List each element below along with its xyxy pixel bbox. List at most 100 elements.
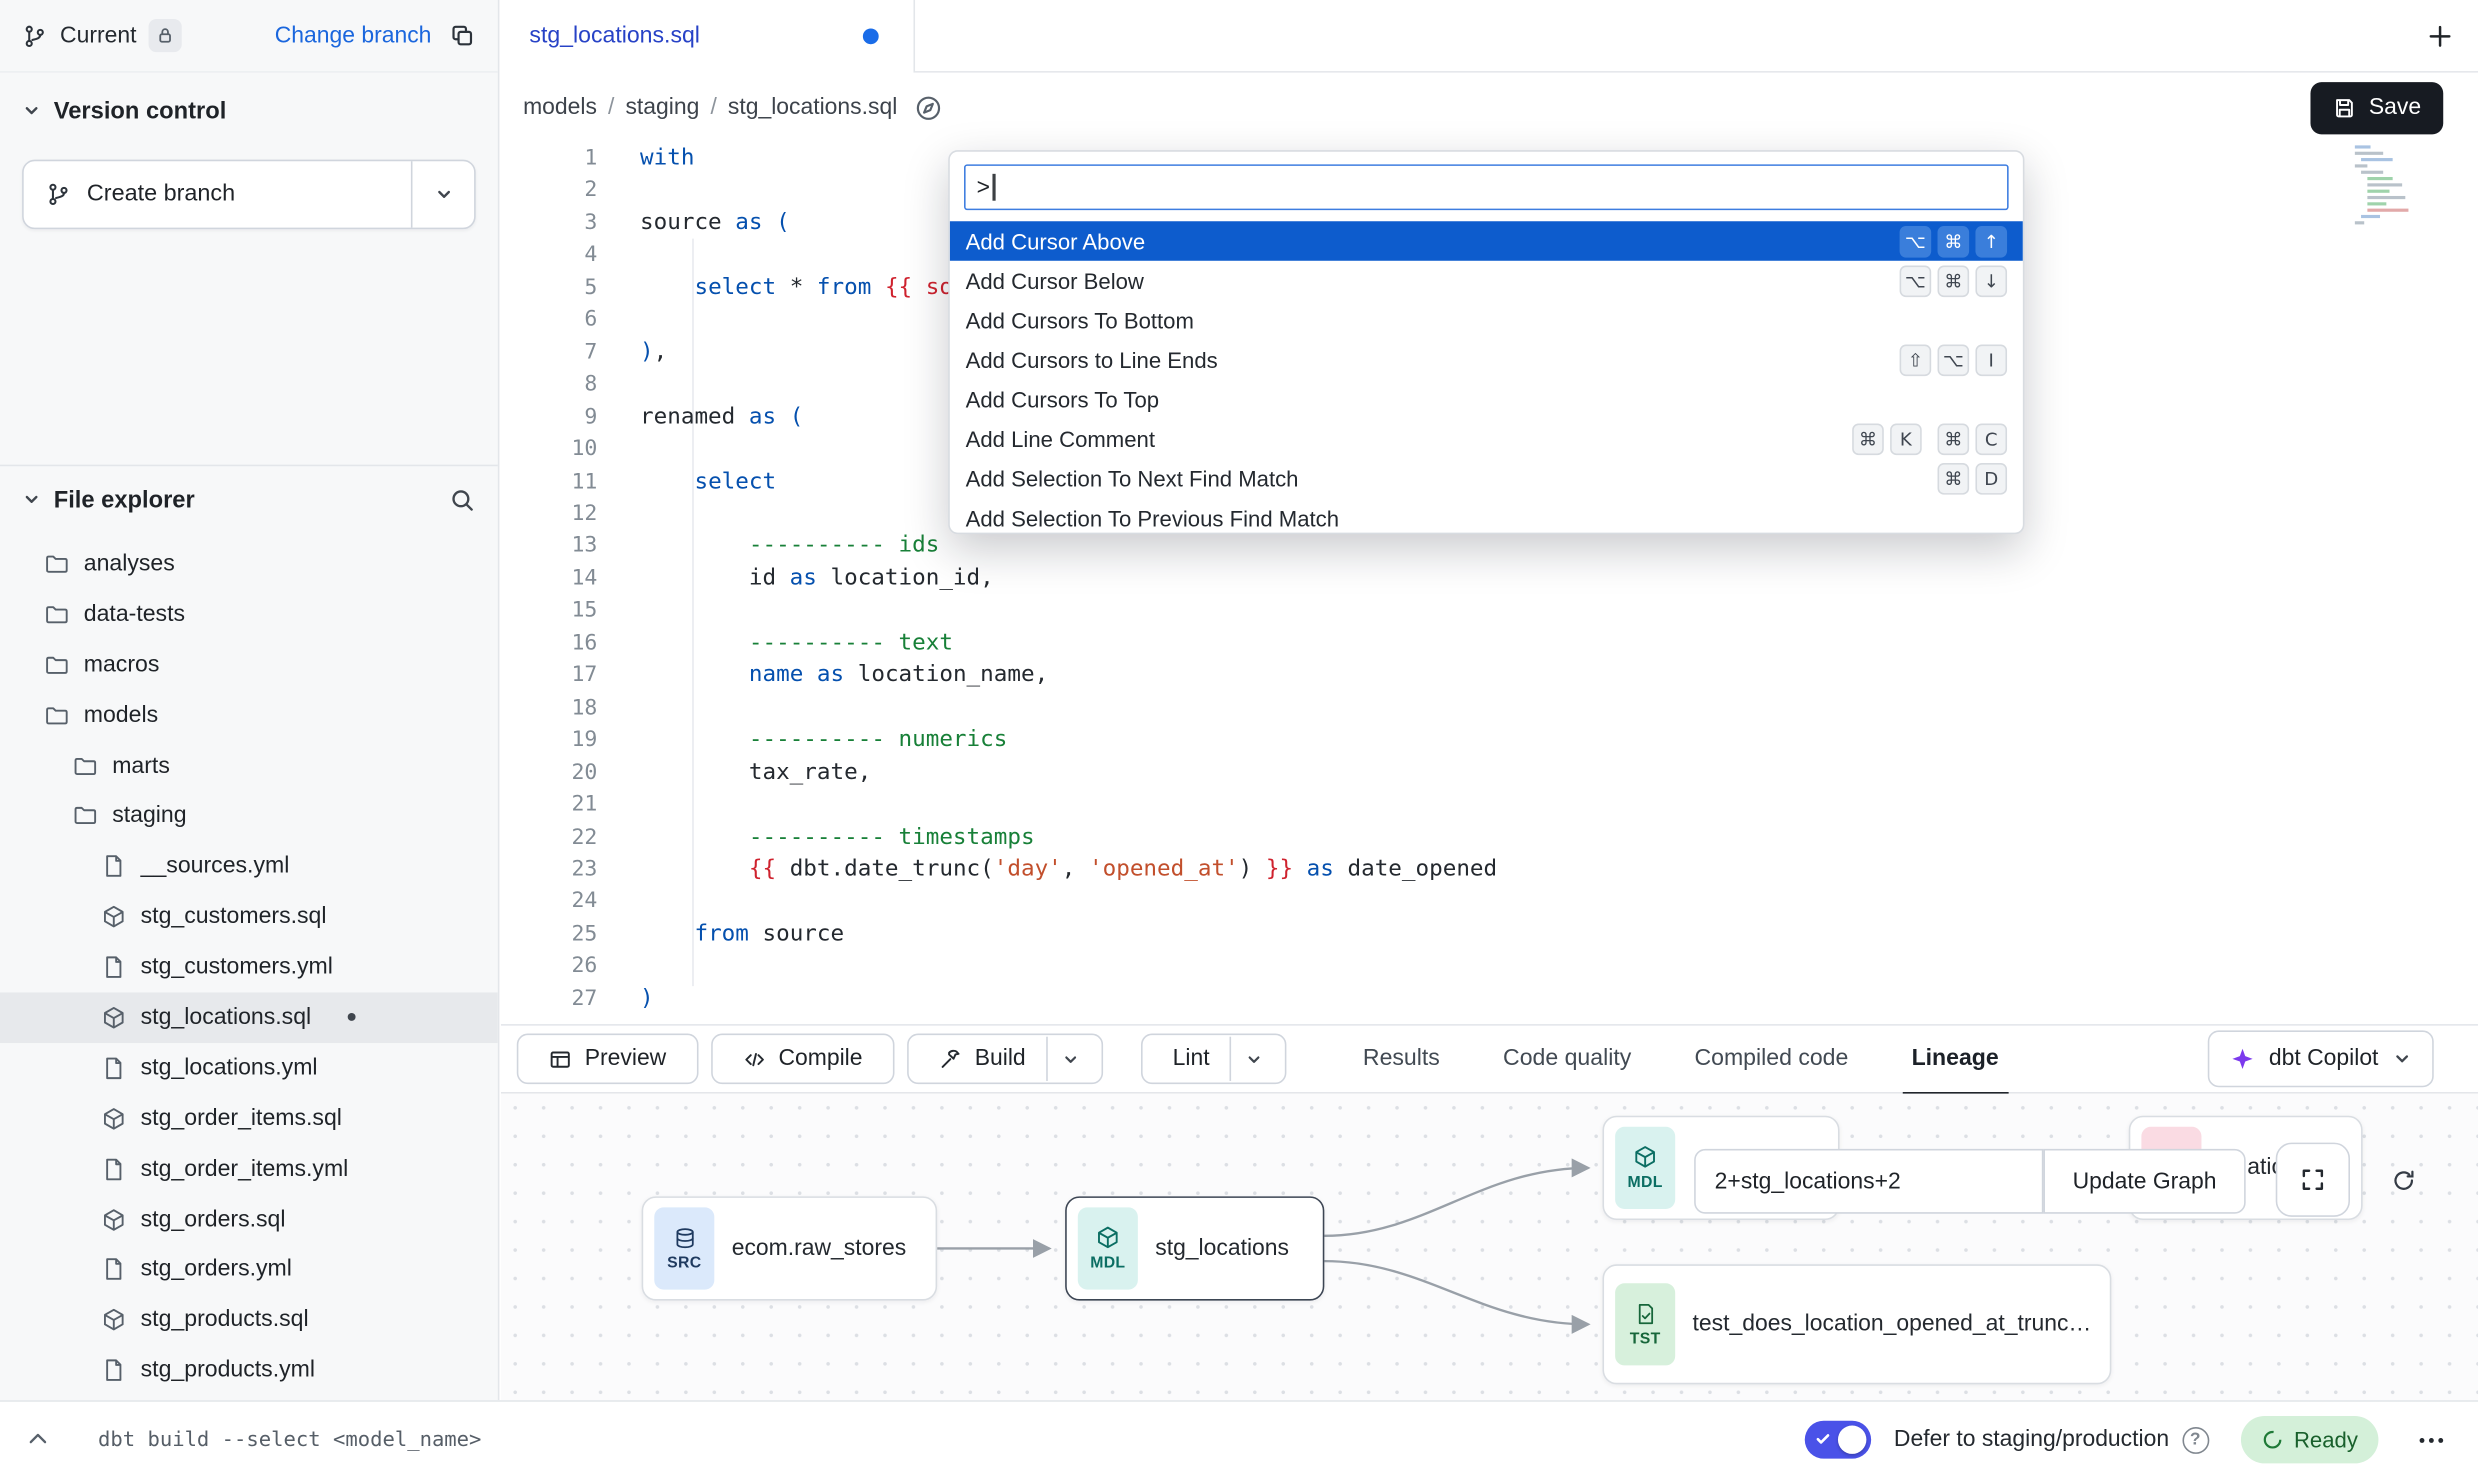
file-tree-item-stg_locations.yml[interactable]: stg_locations.yml bbox=[0, 1043, 498, 1093]
file-tree-item-stg_products.yml[interactable]: stg_products.yml bbox=[0, 1345, 498, 1395]
line-number[interactable]: 22 bbox=[501, 821, 597, 853]
code-line[interactable]: 13 ---------- ids bbox=[501, 530, 2478, 562]
code-line[interactable]: 14 id as location_id, bbox=[501, 562, 2478, 594]
line-number[interactable]: 13 bbox=[501, 530, 597, 562]
compass-icon[interactable] bbox=[915, 94, 942, 121]
command-item-add-cursor-below[interactable]: Add Cursor Below⌥⌘↓ bbox=[950, 261, 2023, 301]
command-item-add-cursors-to-bottom[interactable]: Add Cursors To Bottom bbox=[950, 300, 2023, 340]
line-number[interactable]: 21 bbox=[501, 789, 597, 821]
status-bar-expand-button[interactable] bbox=[25, 1427, 50, 1452]
build-dropdown[interactable] bbox=[1046, 1037, 1092, 1081]
file-tree-item-staging[interactable]: staging bbox=[0, 791, 498, 841]
line-number[interactable]: 11 bbox=[501, 465, 597, 497]
version-control-header[interactable]: Version control bbox=[0, 76, 498, 146]
ready-status-badge[interactable]: Ready bbox=[2240, 1416, 2378, 1463]
code-line[interactable]: 25 from source bbox=[501, 918, 2478, 950]
file-tree-item-macros[interactable]: macros bbox=[0, 640, 498, 690]
line-number[interactable]: 12 bbox=[501, 498, 597, 530]
file-tree-item-stg_orders.yml[interactable]: stg_orders.yml bbox=[0, 1244, 498, 1294]
lint-dropdown[interactable] bbox=[1230, 1037, 1276, 1081]
code-line[interactable]: 23 {{ dbt.date_trunc('day', 'opened_at')… bbox=[501, 853, 2478, 885]
save-button[interactable]: Save bbox=[2310, 81, 2443, 133]
panel-tab-results[interactable]: Results bbox=[1331, 1024, 1471, 1094]
code-line[interactable]: 20 tax_rate, bbox=[501, 756, 2478, 788]
line-number[interactable]: 8 bbox=[501, 368, 597, 400]
code-line[interactable]: 19 ---------- numerics bbox=[501, 724, 2478, 756]
line-number[interactable]: 7 bbox=[501, 336, 597, 368]
code-line[interactable]: 17 name as location_name, bbox=[501, 659, 2478, 691]
lineage-node-test[interactable]: TST test_does_location_opened_at_trunc_t… bbox=[1602, 1264, 2111, 1384]
breadcrumb-staging[interactable]: staging bbox=[625, 95, 699, 120]
line-number[interactable]: 9 bbox=[501, 401, 597, 433]
line-number[interactable]: 27 bbox=[501, 983, 597, 1015]
file-tree-item-stg_products.sql[interactable]: stg_products.sql bbox=[0, 1295, 498, 1345]
line-number[interactable]: 14 bbox=[501, 562, 597, 594]
line-number[interactable]: 16 bbox=[501, 627, 597, 659]
line-number[interactable]: 1 bbox=[501, 142, 597, 174]
line-number[interactable]: 5 bbox=[501, 272, 597, 304]
line-number[interactable]: 2 bbox=[501, 175, 597, 207]
change-branch-link[interactable]: Change branch bbox=[275, 23, 432, 48]
panel-tab-code-quality[interactable]: Code quality bbox=[1471, 1024, 1662, 1094]
copy-icon[interactable] bbox=[449, 22, 476, 49]
file-tree-item-stg_order_items.sql[interactable]: stg_order_items.sql bbox=[0, 1093, 498, 1143]
file-tree-item-__sources.yml[interactable]: __sources.yml bbox=[0, 841, 498, 891]
command-item-add-selection-to-next-find-match[interactable]: Add Selection To Next Find Match⌘D bbox=[950, 458, 2023, 498]
create-branch-button[interactable]: Create branch bbox=[22, 160, 476, 230]
line-number[interactable]: 23 bbox=[501, 853, 597, 885]
line-number[interactable]: 3 bbox=[501, 207, 597, 239]
more-menu-button[interactable] bbox=[2410, 1418, 2453, 1461]
code-line[interactable]: 26 bbox=[501, 950, 2478, 982]
line-number[interactable]: 4 bbox=[501, 239, 597, 271]
fullscreen-button[interactable] bbox=[2276, 1143, 2350, 1217]
preview-button[interactable]: Preview bbox=[517, 1034, 698, 1085]
file-tree-item-stg_locations.sql[interactable]: stg_locations.sql bbox=[0, 992, 498, 1042]
lineage-node-ecom-raw-stores[interactable]: SRC ecom.raw_stores bbox=[642, 1196, 938, 1300]
code-line[interactable]: 18 bbox=[501, 692, 2478, 724]
lineage-search-input[interactable] bbox=[1694, 1149, 2043, 1214]
code-line[interactable]: 21 bbox=[501, 789, 2478, 821]
code-line[interactable]: 16 ---------- text bbox=[501, 627, 2478, 659]
file-tree-item-stg_order_items.yml[interactable]: stg_order_items.yml bbox=[0, 1144, 498, 1194]
line-number[interactable]: 6 bbox=[501, 304, 597, 336]
command-item-add-cursors-to-line-ends[interactable]: Add Cursors to Line Ends⇧⌥I bbox=[950, 340, 2023, 380]
line-number[interactable]: 25 bbox=[501, 918, 597, 950]
panel-tab-lineage[interactable]: Lineage bbox=[1880, 1024, 2030, 1094]
command-item-add-cursor-above[interactable]: Add Cursor Above⌥⌘↑ bbox=[950, 221, 2023, 261]
file-tree-item-stg_orders.sql[interactable]: stg_orders.sql bbox=[0, 1194, 498, 1244]
file-tree-item-models[interactable]: models bbox=[0, 690, 498, 740]
defer-toggle[interactable] bbox=[1805, 1421, 1871, 1459]
code-line[interactable]: 24 bbox=[501, 886, 2478, 918]
file-tree-item-data-tests[interactable]: data-tests bbox=[0, 589, 498, 639]
code-line[interactable]: 15 bbox=[501, 595, 2478, 627]
update-graph-button[interactable]: Update Graph bbox=[2043, 1149, 2245, 1214]
command-item-add-selection-to-previous-find-match[interactable]: Add Selection To Previous Find Match bbox=[950, 498, 2023, 534]
file-tree-item-stg_customers.yml[interactable]: stg_customers.yml bbox=[0, 942, 498, 992]
breadcrumb-file[interactable]: stg_locations.sql bbox=[728, 95, 897, 120]
file-explorer-header[interactable]: File explorer bbox=[0, 474, 498, 525]
line-number[interactable]: 17 bbox=[501, 659, 597, 691]
line-number[interactable]: 19 bbox=[501, 724, 597, 756]
build-button[interactable]: Build bbox=[907, 1034, 1103, 1085]
refresh-button[interactable] bbox=[2382, 1158, 2426, 1202]
line-number[interactable]: 24 bbox=[501, 886, 597, 918]
line-number[interactable]: 18 bbox=[501, 692, 597, 724]
line-number[interactable]: 15 bbox=[501, 595, 597, 627]
lineage-node-stg-locations[interactable]: MDL stg_locations bbox=[1065, 1196, 1324, 1300]
lint-button[interactable]: Lint bbox=[1141, 1034, 1287, 1085]
new-tab-button[interactable] bbox=[2423, 19, 2458, 54]
compile-button[interactable]: Compile bbox=[710, 1034, 894, 1085]
line-number[interactable]: 26 bbox=[501, 950, 597, 982]
file-tree-item-analyses[interactable]: analyses bbox=[0, 539, 498, 589]
file-tree-item-marts[interactable]: marts bbox=[0, 740, 498, 790]
dbt-command-text[interactable]: dbt build --select <model_name> bbox=[98, 1428, 481, 1452]
command-palette-input[interactable]: > bbox=[964, 164, 2009, 210]
code-line[interactable]: 22 ---------- timestamps bbox=[501, 821, 2478, 853]
tab-stg-locations-sql[interactable]: stg_locations.sql bbox=[501, 0, 915, 73]
command-item-add-cursors-to-top[interactable]: Add Cursors To Top bbox=[950, 379, 2023, 419]
lineage-canvas[interactable]: MDL atio SRC ecom.raw_stores MDL stg_loc… bbox=[501, 1094, 2478, 1401]
line-number[interactable]: 20 bbox=[501, 756, 597, 788]
code-line[interactable]: 27) bbox=[501, 983, 2478, 1015]
panel-tab-compiled-code[interactable]: Compiled code bbox=[1663, 1024, 1880, 1094]
file-tree-item-stg_customers.sql[interactable]: stg_customers.sql bbox=[0, 892, 498, 942]
